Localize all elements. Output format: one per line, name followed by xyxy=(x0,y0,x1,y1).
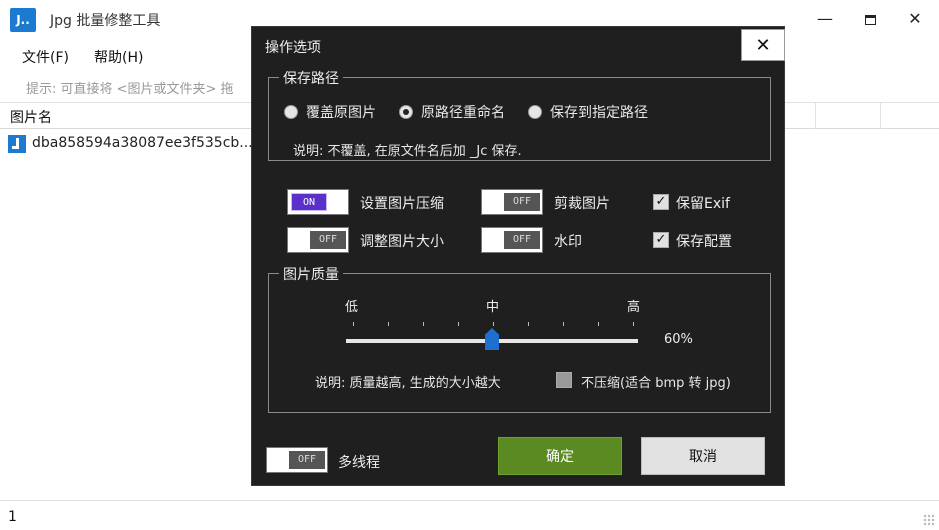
minimize-button[interactable]: — xyxy=(802,0,848,38)
cancel-button[interactable]: 取消 xyxy=(641,437,765,475)
save-path-legend: 保存路径 xyxy=(279,68,343,88)
toggle-state: OFF xyxy=(504,231,540,249)
quality-slider-thumb[interactable] xyxy=(485,328,499,350)
menu-file[interactable]: 文件(F) xyxy=(22,47,69,67)
slider-tick xyxy=(388,322,389,326)
watermark-label: 水印 xyxy=(554,234,582,250)
jpg-file-icon xyxy=(8,135,26,153)
toggle-state: OFF xyxy=(289,451,325,469)
resize-toggle[interactable]: OFF xyxy=(287,227,349,253)
maximize-icon xyxy=(864,14,876,25)
quality-mid-label: 中 xyxy=(486,300,500,315)
slider-tick xyxy=(633,322,634,326)
watermark-toggle[interactable]: OFF xyxy=(481,227,543,253)
save-config-checkbox[interactable]: ✓ xyxy=(653,232,669,248)
save-config-label: 保存配置 xyxy=(676,234,732,250)
dialog-title: 操作选项 xyxy=(265,40,321,56)
quality-description: 说明: 质量越高, 生成的大小越大 xyxy=(315,376,501,391)
status-bar: 1 xyxy=(0,500,939,530)
radio-label: 原路径重命名 xyxy=(421,105,505,121)
save-path-group: 保存路径 覆盖原图片 原路径重命名 保存到指定路径 说明: 不覆盖, 在原文件名… xyxy=(268,68,771,161)
slider-tick xyxy=(423,322,424,326)
slider-tick xyxy=(458,322,459,326)
radio-save-to-path[interactable]: 保存到指定路径 xyxy=(528,102,648,122)
file-name: dba858594a38087ee3f535cb... xyxy=(32,135,253,151)
no-compress-label: 不压缩(适合 bmp 转 jpg) xyxy=(581,376,731,391)
window-title: Jpg 批量修整工具 xyxy=(50,13,161,29)
resize-label: 调整图片大小 xyxy=(360,234,444,250)
maximize-button[interactable] xyxy=(847,0,893,38)
resize-grip-icon[interactable] xyxy=(923,514,935,526)
options-dialog: 操作选项 ✕ 保存路径 覆盖原图片 原路径重命名 保存到指定路径 说明: 不覆盖… xyxy=(251,26,785,486)
no-compress-checkbox[interactable] xyxy=(556,372,572,388)
radio-overwrite[interactable]: 覆盖原图片 xyxy=(284,102,376,122)
column-divider[interactable] xyxy=(815,103,816,129)
toggle-state: OFF xyxy=(504,193,540,211)
quality-legend: 图片质量 xyxy=(279,264,343,284)
quality-low-label: 低 xyxy=(345,300,359,315)
column-header-name[interactable]: 图片名 xyxy=(10,107,52,127)
slider-tick xyxy=(528,322,529,326)
quality-value: 60% xyxy=(664,332,693,347)
keep-exif-checkbox[interactable]: ✓ xyxy=(653,194,669,210)
radio-circle-icon xyxy=(284,105,298,119)
toggle-state: ON xyxy=(291,193,327,211)
compress-label: 设置图片压缩 xyxy=(360,196,444,212)
slider-tick xyxy=(598,322,599,326)
radio-label: 保存到指定路径 xyxy=(550,105,648,121)
dialog-close-button[interactable]: ✕ xyxy=(741,29,785,61)
slider-tick xyxy=(353,322,354,326)
hint-text: 提示: 可直接将 <图片或文件夹> 拖 xyxy=(26,82,234,97)
table-row[interactable]: dba858594a38087ee3f535cb... xyxy=(0,133,260,157)
multithread-toggle[interactable]: OFF xyxy=(266,447,328,473)
toggle-track xyxy=(485,231,501,249)
toggle-state: OFF xyxy=(310,231,346,249)
quality-group: 图片质量 低 中 高 60% 说明: 质量越高, 生成的大小越大 不压缩(适合 … xyxy=(268,264,771,413)
toggle-track xyxy=(485,193,501,211)
column-divider[interactable] xyxy=(880,103,881,129)
app-logo-icon: J.. xyxy=(10,8,36,32)
radio-circle-icon xyxy=(528,105,542,119)
keep-exif-label: 保留Exif xyxy=(676,196,730,212)
slider-tick xyxy=(563,322,564,326)
ok-button[interactable]: 确定 xyxy=(498,437,622,475)
crop-label: 剪裁图片 xyxy=(554,196,610,212)
file-count: 1 xyxy=(8,509,17,525)
compress-toggle[interactable]: ON xyxy=(287,189,349,215)
multithread-label: 多线程 xyxy=(338,455,380,471)
quality-high-label: 高 xyxy=(627,300,641,315)
menu-help[interactable]: 帮助(H) xyxy=(94,47,143,67)
radio-label: 覆盖原图片 xyxy=(306,105,376,121)
toggle-track xyxy=(270,451,286,469)
save-path-description: 说明: 不覆盖, 在原文件名后加 _Jc 保存. xyxy=(293,144,522,159)
crop-toggle[interactable]: OFF xyxy=(481,189,543,215)
toggle-track xyxy=(291,231,307,249)
close-window-button[interactable]: ✕ xyxy=(892,0,938,38)
radio-rename[interactable]: 原路径重命名 xyxy=(399,102,505,122)
radio-circle-checked-icon xyxy=(399,105,413,119)
slider-tick xyxy=(493,322,494,326)
